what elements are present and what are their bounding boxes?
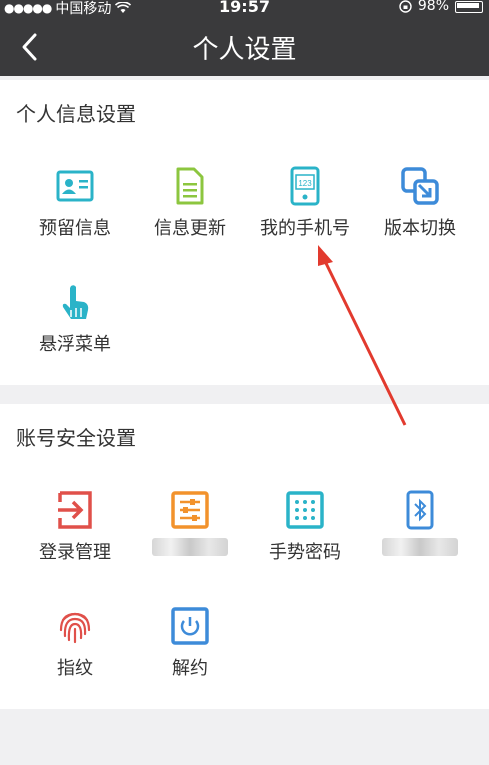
svg-text:123: 123 [298, 179, 312, 188]
item-label: 信息更新 [154, 218, 226, 239]
bluetooth-icon [406, 490, 434, 530]
item-label: 我的手机号 [260, 218, 350, 239]
floating-menu-item[interactable]: 悬浮菜单 [20, 282, 130, 356]
item-label [365, 538, 475, 561]
section-title: 个人信息设置 [16, 102, 136, 126]
status-right: 98% [399, 0, 483, 14]
status-bar: ●●●●● 中国移动 19:57 98% [0, 0, 489, 18]
login-icon [58, 491, 92, 529]
redacted-label [382, 538, 458, 556]
gesture-grid-icon [286, 491, 324, 529]
reserved-info-item[interactable]: 预留信息 [20, 166, 130, 240]
section-title: 账号安全设置 [16, 426, 136, 450]
terminate-item[interactable]: 解约 [135, 606, 245, 680]
status-left: ●●●●● 中国移动 [4, 0, 132, 18]
fingerprint-item[interactable]: 指纹 [20, 606, 130, 680]
item-label: 预留信息 [39, 218, 111, 239]
login-management-item[interactable]: 登录管理 [20, 490, 130, 564]
my-phone-number-item[interactable]: 123 我的手机号 [250, 166, 360, 240]
item-label: 版本切换 [384, 218, 456, 239]
info-update-item[interactable]: 信息更新 [135, 166, 245, 240]
fingerprint-icon [59, 612, 91, 644]
status-time: 19:57 [219, 0, 270, 16]
switch-icon [401, 167, 439, 205]
id-card-icon [56, 170, 94, 202]
redacted-label [152, 538, 228, 556]
version-switch-item[interactable]: 版本切换 [365, 166, 475, 240]
nav-bar: 个人设置 [0, 18, 489, 76]
carrier-name: 中国移动 [55, 1, 112, 17]
item-label: 指纹 [57, 658, 93, 679]
signal-strength-icon: ●●●●● [4, 1, 52, 15]
page-title: 个人设置 [192, 35, 297, 65]
item-label: 登录管理 [39, 542, 111, 563]
sliders-icon [171, 491, 209, 529]
gesture-password-item[interactable]: 手势密码 [250, 490, 360, 564]
wifi-icon [115, 2, 132, 13]
item-label [135, 538, 245, 561]
power-icon [171, 607, 209, 645]
item-label: 手势密码 [269, 542, 341, 563]
battery-icon [455, 1, 483, 13]
account-security-section: 账号安全设置 登录管理 手势密码 指纹 解约 [0, 404, 489, 709]
personal-info-section: 个人信息设置 预留信息 信息更新 123 我的手机号 版本切换 悬浮菜单 [0, 80, 489, 385]
bluetooth-item[interactable] [365, 490, 475, 561]
item-label: 解约 [172, 658, 208, 679]
battery-percent: 98% [417, 0, 449, 14]
blurred-settings-item[interactable] [135, 490, 245, 561]
hand-pointer-icon [62, 285, 89, 319]
phone-number-icon: 123 [290, 166, 320, 206]
document-icon [176, 167, 204, 205]
orientation-lock-icon [399, 0, 412, 13]
item-label: 悬浮菜单 [39, 334, 111, 355]
